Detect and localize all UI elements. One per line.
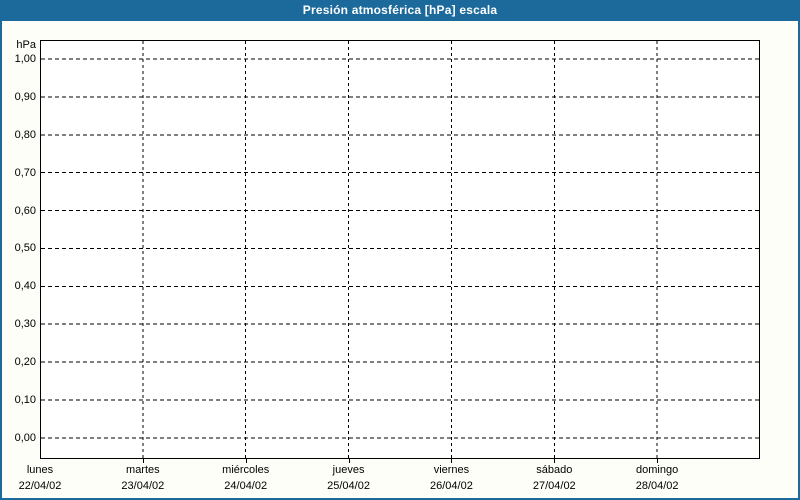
x-axis-tick xyxy=(143,459,144,463)
y-tick-label: 0,60 xyxy=(14,204,36,217)
x-axis-tick xyxy=(657,459,658,463)
x-day-label: domingo xyxy=(636,464,679,476)
x-axis-tick xyxy=(451,459,452,463)
x-date-label: 28/04/02 xyxy=(635,480,679,492)
y-tick-label: 0,00 xyxy=(14,431,36,444)
y-tick-label: 1,00 xyxy=(14,53,36,65)
chart-title-bar: Presión atmosférica [hPa] escala xyxy=(0,0,800,21)
y-tick-label: 0,30 xyxy=(14,318,36,331)
plot-area xyxy=(40,40,760,459)
x-axis-tick xyxy=(246,459,247,463)
chart-title: Presión atmosférica [hPa] escala xyxy=(302,3,498,17)
gridlines xyxy=(41,41,759,458)
x-axis-tick xyxy=(554,459,555,463)
x-axis-tick xyxy=(349,459,350,463)
y-axis-unit-label: hPa xyxy=(16,39,36,51)
y-tick-label: 0,10 xyxy=(14,393,36,406)
y-tick-label: 0,70 xyxy=(14,166,36,179)
y-tick-label: 0,80 xyxy=(14,128,36,141)
y-tick-label: 0,90 xyxy=(14,90,36,103)
y-tick-label: 0,40 xyxy=(14,280,36,293)
chart-window: Presión atmosférica [hPa] escala hPa 1,0… xyxy=(0,0,800,500)
y-tick-label: 0,20 xyxy=(14,356,36,369)
y-tick-label: 0,50 xyxy=(14,242,36,255)
